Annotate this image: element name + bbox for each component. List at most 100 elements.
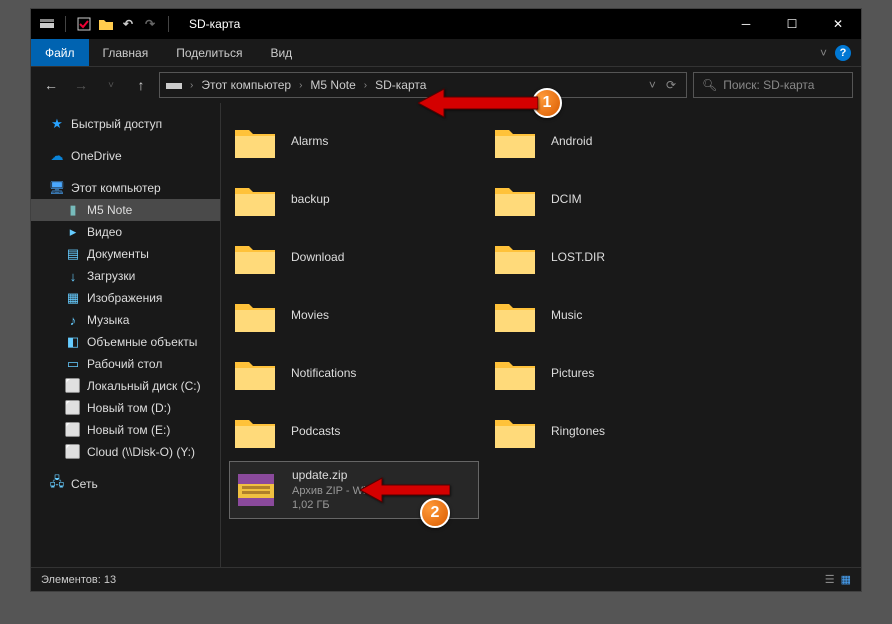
cube-icon: ◧: [65, 334, 81, 350]
tree-thispc[interactable]: 🖥Этот компьютер: [31, 177, 220, 199]
recent-dropdown[interactable]: ˅: [99, 73, 123, 97]
desktop-icon: ▭: [65, 356, 81, 372]
history-dropdown-icon[interactable]: ˅: [649, 78, 656, 92]
folder-item[interactable]: DCIM: [489, 171, 739, 229]
folder-icon: [493, 354, 537, 394]
video-icon: ▸: [65, 224, 81, 240]
folder-icon: [493, 412, 537, 452]
tab-home[interactable]: Главная: [89, 39, 163, 66]
cloud-icon: ☁: [49, 148, 65, 164]
view-details-icon[interactable]: ☰: [825, 573, 835, 586]
view-tiles-icon[interactable]: ▦: [841, 573, 851, 586]
window-title: SD-карта: [189, 17, 240, 31]
music-icon: ♪: [65, 312, 81, 328]
phone-icon: ▮: [65, 202, 81, 218]
tree-3dobjects[interactable]: ◧Объемные объекты: [31, 331, 220, 353]
tree-onedrive[interactable]: ☁OneDrive: [31, 145, 220, 167]
file-name: update.zip: [292, 468, 474, 484]
crumb-sdcard[interactable]: SD-карта: [375, 78, 426, 92]
tree-disk-d[interactable]: ⬜Новый том (D:): [31, 397, 220, 419]
nav-tree: ★Быстрый доступ ☁OneDrive 🖥Этот компьюте…: [31, 103, 221, 567]
tree-music[interactable]: ♪Музыка: [31, 309, 220, 331]
tree-quick-access[interactable]: ★Быстрый доступ: [31, 113, 220, 135]
star-icon: ★: [49, 116, 65, 132]
disk-icon: ⬜: [65, 378, 81, 394]
chevron-icon[interactable]: ›: [295, 80, 306, 91]
address-bar: ← → ˅ ↑ › Этот компьютер › M5 Note › SD-…: [31, 67, 861, 103]
folder-icon: [493, 122, 537, 162]
drive-icon: [39, 16, 55, 32]
folder-icon: [493, 180, 537, 220]
folder-item[interactable]: Android: [489, 113, 739, 171]
folder-icon[interactable]: [98, 16, 114, 32]
folder-icon: [233, 180, 277, 220]
folder-item[interactable]: LOST.DIR: [489, 229, 739, 287]
tree-disk-c[interactable]: ⬜Локальный диск (C:): [31, 375, 220, 397]
file-pane[interactable]: Alarms Android backup DCIM Download LOST…: [221, 103, 861, 567]
folder-item[interactable]: Podcasts: [229, 403, 479, 461]
ribbon-expand-icon[interactable]: ˅: [820, 46, 827, 60]
status-bar: Элементов: 13 ☰ ▦: [31, 567, 861, 591]
tree-disk-e[interactable]: ⬜Новый том (E:): [31, 419, 220, 441]
file-type: Архив ZIP - WinRAR: [292, 484, 474, 498]
drive-icon: [166, 77, 182, 93]
item-count: Элементов: 13: [41, 574, 116, 586]
tree-video[interactable]: ▸Видео: [31, 221, 220, 243]
tree-downloads[interactable]: ↓Загрузки: [31, 265, 220, 287]
folder-icon: [233, 354, 277, 394]
forward-button[interactable]: →: [69, 73, 93, 97]
minimize-button[interactable]: ─: [723, 9, 769, 39]
folder-icon: [233, 122, 277, 162]
crumb-thispc[interactable]: Этот компьютер: [201, 78, 291, 92]
search-placeholder: Поиск: SD-карта: [723, 78, 814, 92]
checkbox-icon[interactable]: [76, 16, 92, 32]
folder-item[interactable]: Music: [489, 287, 739, 345]
crumb-m5note[interactable]: M5 Note: [310, 78, 355, 92]
pc-icon: 🖥: [49, 180, 65, 196]
breadcrumb-bar[interactable]: › Этот компьютер › M5 Note › SD-карта ˅ …: [159, 72, 687, 98]
tab-view[interactable]: Вид: [256, 39, 306, 66]
folder-item[interactable]: Notifications: [229, 345, 479, 403]
tree-desktop[interactable]: ▭Рабочий стол: [31, 353, 220, 375]
maximize-button[interactable]: ☐: [769, 9, 815, 39]
folder-item[interactable]: Download: [229, 229, 479, 287]
disk-icon: ⬜: [65, 400, 81, 416]
network-icon: 🖧: [49, 476, 65, 492]
search-icon: 🔍︎: [702, 78, 717, 92]
folder-item[interactable]: Alarms: [229, 113, 479, 171]
folder-item[interactable]: Pictures: [489, 345, 739, 403]
chevron-icon[interactable]: ›: [360, 80, 371, 91]
undo-icon[interactable]: ↶: [120, 16, 136, 32]
tree-pictures[interactable]: ▦Изображения: [31, 287, 220, 309]
netdisk-icon: ⬜: [65, 444, 81, 460]
ribbon: Файл Главная Поделиться Вид ˅ ?: [31, 39, 861, 67]
folder-icon: [493, 238, 537, 278]
tab-share[interactable]: Поделиться: [162, 39, 256, 66]
pictures-icon: ▦: [65, 290, 81, 306]
tree-cloud-disk[interactable]: ⬜Cloud (\\Disk-O) (Y:): [31, 441, 220, 463]
documents-icon: ▤: [65, 246, 81, 262]
badge-2: 2: [420, 498, 450, 528]
disk-icon: ⬜: [65, 422, 81, 438]
folder-item[interactable]: backup: [229, 171, 479, 229]
back-button[interactable]: ←: [39, 73, 63, 97]
up-button[interactable]: ↑: [129, 73, 153, 97]
help-icon[interactable]: ?: [835, 45, 851, 61]
titlebar[interactable]: ↶ ↷ SD-карта ─ ☐ ✕: [31, 9, 861, 39]
redo-icon[interactable]: ↷: [142, 16, 158, 32]
folder-icon: [233, 412, 277, 452]
folder-item[interactable]: Ringtones: [489, 403, 739, 461]
tree-m5note[interactable]: ▮M5 Note: [31, 199, 220, 221]
refresh-icon[interactable]: ⟳: [666, 78, 676, 92]
chevron-icon[interactable]: ›: [186, 80, 197, 91]
folder-icon: [493, 296, 537, 336]
close-button[interactable]: ✕: [815, 9, 861, 39]
downloads-icon: ↓: [65, 268, 81, 284]
tree-documents[interactable]: ▤Документы: [31, 243, 220, 265]
folder-icon: [233, 238, 277, 278]
tab-file[interactable]: Файл: [31, 39, 89, 66]
tree-network[interactable]: 🖧Сеть: [31, 473, 220, 495]
zip-icon: [234, 470, 278, 510]
folder-item[interactable]: Movies: [229, 287, 479, 345]
search-input[interactable]: 🔍︎ Поиск: SD-карта: [693, 72, 853, 98]
